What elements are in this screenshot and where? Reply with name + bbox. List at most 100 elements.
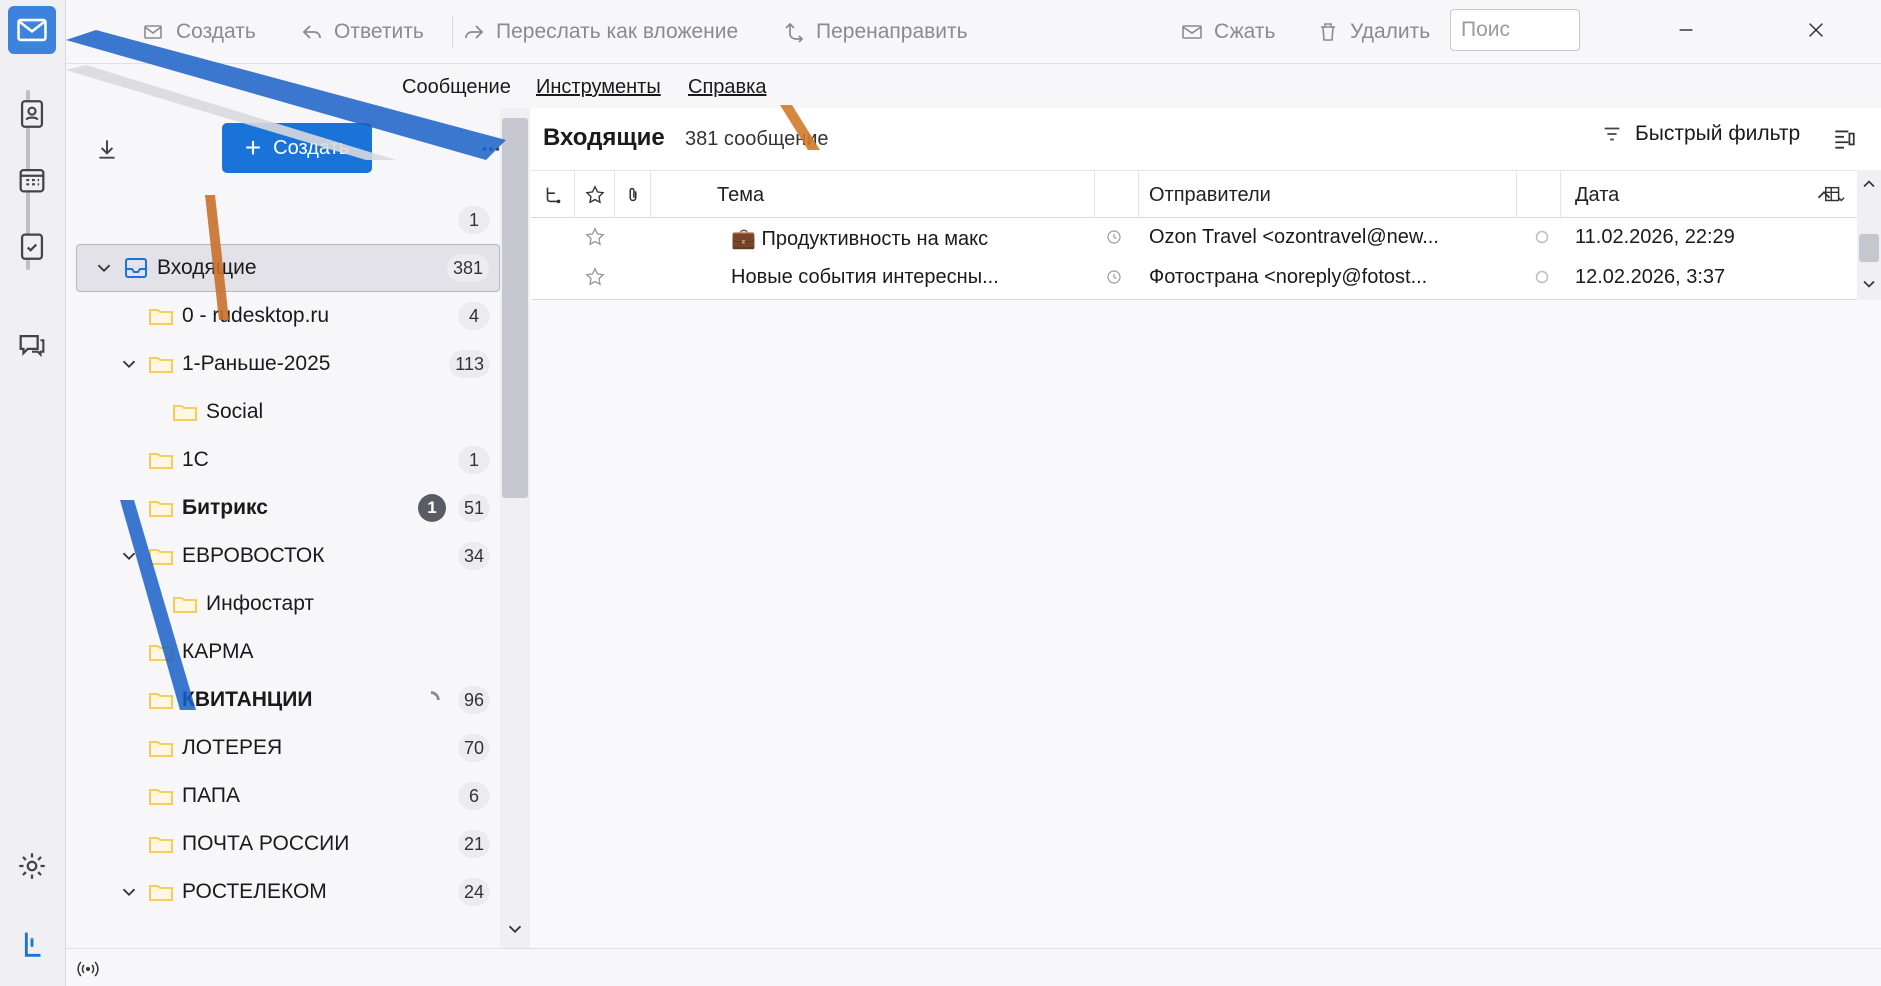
folder-list: 1 Входящие 381 0 - rudesktop.ru 4 1-Раньше-20… [76,196,500,948]
date-column-header[interactable]: Дата [1561,171,1839,219]
message-sender: Ozon Travel <ozontravel@new... [1149,226,1439,248]
thread-column-header[interactable] [531,171,575,219]
folder-row[interactable]: ПОЧТА РОССИИ 21 [76,820,500,868]
folder-pane-header: + Создать [66,108,530,194]
chevron-down-icon[interactable] [118,353,140,375]
subject-column-header[interactable]: Тема [651,171,1095,219]
scroll-up-arrow-icon[interactable] [1859,174,1879,194]
online-status-icon[interactable] [76,957,100,981]
inbox-icon [125,258,147,278]
folder-count: 70 [457,734,490,762]
reply-toolbar-button[interactable]: Ответить [300,12,424,52]
thread-pane-scrollbar[interactable] [1857,170,1881,300]
scroll-down-arrow-icon[interactable] [1859,274,1879,294]
subject-column-label: Тема [717,183,765,206]
collapse-spaces-icon [24,932,41,957]
reply-icon [302,25,321,39]
new-message-button[interactable]: + Создать [222,123,372,173]
folder-row[interactable]: Social [76,388,500,436]
folder-count: 51 [457,494,490,522]
folder-row[interactable]: ЕВРОВОСТОК 34 [76,532,500,580]
redirect-toolbar-button[interactable]: Перенаправить [782,12,968,52]
mail-space-button[interactable] [8,6,56,54]
folder-icon [149,837,173,853]
column-picker-icon[interactable] [1823,184,1845,206]
compact-toolbar-button[interactable]: Сжать [1180,12,1275,52]
folder-row[interactable]: ЛОТЕРЕЯ 70 [76,724,500,772]
folder-icon [149,549,173,565]
read-status-icon[interactable] [1531,226,1553,248]
chat-space-button[interactable] [8,322,56,370]
chevron-down-icon[interactable] [93,257,115,279]
spam-column-header[interactable] [1095,171,1139,219]
folder-name: Входящие [157,256,257,279]
settings-button[interactable] [8,842,56,890]
folder-row[interactable]: Инфостарт [76,580,500,628]
star-column-header[interactable] [575,171,615,219]
menu-help[interactable]: Справка [688,76,766,99]
scroll-down-arrow-icon[interactable] [504,918,526,940]
folder-row[interactable]: КВИТАНЦИИ 96 [76,676,500,724]
search-input[interactable]: Поис [1450,9,1580,51]
forward-toolbar-button[interactable]: Переслать как вложение [462,12,738,52]
message-count: 381 сообщение [685,128,829,150]
senders-column-label: Отправители [1149,183,1271,206]
menu-tools[interactable]: Инструменты [536,76,661,99]
folder-row[interactable]: 1С 1 [76,436,500,484]
attachment-column-header[interactable] [615,171,651,219]
close-icon [1809,23,1823,37]
read-status-icon[interactable] [1531,266,1553,288]
star-icon[interactable] [584,226,606,248]
compose-toolbar-button[interactable]: Создать [142,12,256,52]
collapse-spaces-button[interactable] [8,920,56,968]
delete-toolbar-button[interactable]: Удалить [1316,12,1430,52]
folder-name: Инфостарт [206,592,315,615]
minimize-icon [1679,29,1693,31]
menu-bar: Сообщение Инструменты Справка [66,64,1881,108]
folder-scroll-thumb[interactable] [502,118,528,498]
message-sender: Фотострана <noreply@fotost... [1149,266,1428,288]
folder-row[interactable]: КАРМА [76,628,500,676]
folder-row[interactable]: Входящие 381 [76,244,500,292]
quick-filter-button[interactable]: Быстрый фильтр [1601,122,1800,146]
menu-message[interactable]: Сообщение [402,76,511,99]
folder-icon [149,789,173,805]
compose-label: Создать [176,20,256,43]
forward-label: Переслать как вложение [496,20,739,43]
loading-icon [430,691,440,701]
folder-row[interactable]: 0 - rudesktop.ru 4 [76,292,500,340]
get-messages-icon[interactable] [94,136,120,162]
folder-icon [173,597,197,613]
tasks-space-button[interactable] [8,222,56,270]
display-options-icon[interactable] [1831,126,1857,152]
folder-name: КВИТАНЦИИ [182,688,313,711]
senders-column-header[interactable]: Отправители [1139,171,1517,219]
calendar-space-button[interactable] [8,156,56,204]
star-icon[interactable] [584,266,606,288]
folder-name: КАРМА [182,640,254,663]
thread-scroll-thumb[interactable] [1859,234,1879,262]
folder-row[interactable]: РОСТЕЛЕКОМ 24 [76,868,500,916]
folder-pane-scrollbar[interactable] [500,108,530,948]
new-message-label: Создать [273,136,350,159]
delete-label: Удалить [1350,20,1431,43]
close-window-button[interactable] [1786,10,1846,50]
toolbar-separator [452,16,453,48]
folder-row[interactable]: 1 [76,196,500,244]
address-book-icon [20,100,44,128]
chevron-down-icon[interactable] [118,545,140,567]
trash-icon [1321,23,1335,41]
filter-icon [1604,127,1620,141]
message-row[interactable]: 💼 Продуктивность на макс Ozon Travel <oz… [531,218,1857,258]
address-book-space-button[interactable] [8,90,56,138]
minimize-window-button[interactable] [1656,10,1716,50]
folder-row[interactable]: ПАПА 6 [76,772,500,820]
folder-row[interactable]: 1-Раньше-2025 113 [76,340,500,388]
folder-pane-menu-icon[interactable] [480,138,502,160]
star-icon [584,185,605,204]
chevron-down-icon[interactable] [118,881,140,903]
message-row[interactable]: Новые события интересны... Фотострана <n… [531,258,1857,298]
folder-row[interactable]: Битрикс 1 51 [76,484,500,532]
read-column-header[interactable] [1517,171,1561,219]
folder-count: 381 [446,254,489,282]
